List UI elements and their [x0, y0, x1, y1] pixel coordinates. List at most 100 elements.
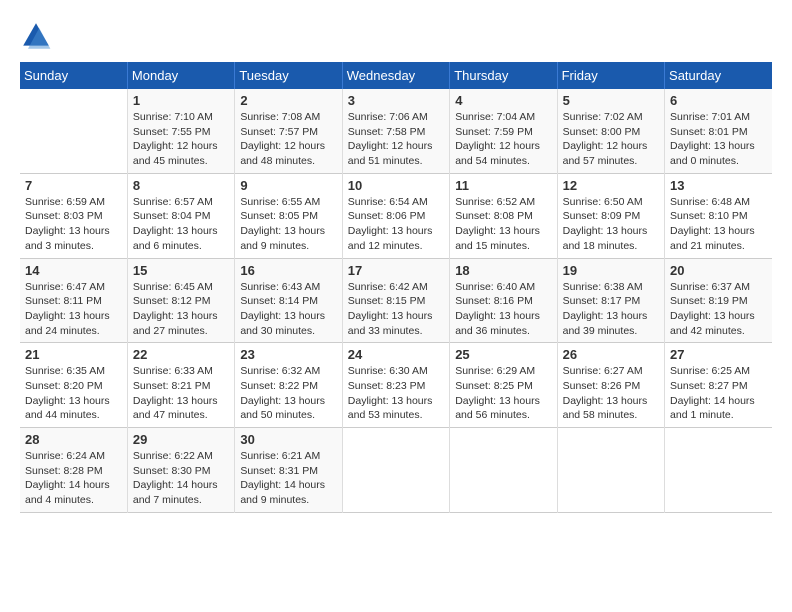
- page-header: [20, 20, 772, 52]
- day-number: 26: [563, 347, 659, 362]
- calendar-cell: 18Sunrise: 6:40 AM Sunset: 8:16 PM Dayli…: [450, 258, 557, 343]
- day-info: Sunrise: 7:08 AM Sunset: 7:57 PM Dayligh…: [240, 110, 336, 169]
- calendar-cell: 11 Sunrise: 6:52 AM Sunset: 8:08 PM Dayli…: [450, 173, 557, 258]
- day-info: Sunrise: 6:42 AM Sunset: 8:15 PM Dayligh…: [348, 280, 444, 339]
- calendar-cell: 2 Sunrise: 7:08 AM Sunset: 7:57 PM Daylig…: [235, 89, 342, 173]
- day-number: 8: [133, 178, 229, 193]
- day-number: 28: [25, 432, 122, 447]
- calendar-cell: 8 Sunrise: 6:57 AM Sunset: 8:04 PM Daylig…: [127, 173, 234, 258]
- day-info: Sunrise: 6:38 AM Sunset: 8:17 PM Dayligh…: [563, 280, 659, 339]
- calendar-cell: 27 Sunrise: 6:25 AM Sunset: 8:27 PM Dayli…: [665, 343, 772, 428]
- day-number: 16: [240, 263, 336, 278]
- calendar-cell: 22 Sunrise: 6:33 AM Sunset: 8:21 PM Dayli…: [127, 343, 234, 428]
- day-number: 4: [455, 93, 551, 108]
- day-number: 12: [563, 178, 659, 193]
- day-number: 19: [563, 263, 659, 278]
- calendar-cell: 19 Sunrise: 6:38 AM Sunset: 8:17 PM Dayli…: [557, 258, 664, 343]
- calendar-cell: 17 Sunrise: 6:42 AM Sunset: 8:15 PM Dayli…: [342, 258, 449, 343]
- calendar-cell: [342, 428, 449, 513]
- day-info: Sunrise: 6:24 AM Sunset: 8:28 PM Dayligh…: [25, 449, 122, 508]
- day-info: Sunrise: 6:48 AM Sunset: 8:10 PM Dayligh…: [670, 195, 767, 254]
- day-info: Sunrise: 6:57 AM Sunset: 8:04 PM Dayligh…: [133, 195, 229, 254]
- day-info: Sunrise: 6:30 AM Sunset: 8:23 PM Dayligh…: [348, 364, 444, 423]
- day-number: 2: [240, 93, 336, 108]
- calendar-cell: 15Sunrise: 6:45 AM Sunset: 8:12 PM Dayli…: [127, 258, 234, 343]
- calendar-week-row: 7 Sunrise: 6:59 AM Sunset: 8:03 PM Daylig…: [20, 173, 772, 258]
- calendar-cell: 20Sunrise: 6:37 AM Sunset: 8:19 PM Dayli…: [665, 258, 772, 343]
- day-info: Sunrise: 6:32 AM Sunset: 8:22 PM Dayligh…: [240, 364, 336, 423]
- header-day-tuesday: Tuesday: [235, 62, 342, 89]
- day-number: 1: [133, 93, 229, 108]
- calendar-table: SundayMondayTuesdayWednesdayThursdayFrid…: [20, 62, 772, 513]
- day-info: Sunrise: 7:10 AM Sunset: 7:55 PM Dayligh…: [133, 110, 229, 169]
- calendar-cell: 12 Sunrise: 6:50 AM Sunset: 8:09 PM Dayli…: [557, 173, 664, 258]
- day-number: 11: [455, 178, 551, 193]
- day-number: 7: [25, 178, 122, 193]
- day-info: Sunrise: 6:40 AM Sunset: 8:16 PM Dayligh…: [455, 280, 551, 339]
- day-number: 15: [133, 263, 229, 278]
- calendar-header-row: SundayMondayTuesdayWednesdayThursdayFrid…: [20, 62, 772, 89]
- day-number: 5: [563, 93, 659, 108]
- header-day-friday: Friday: [557, 62, 664, 89]
- calendar-cell: 6Sunrise: 7:01 AM Sunset: 8:01 PM Daylig…: [665, 89, 772, 173]
- logo-icon: [20, 20, 52, 52]
- day-number: 3: [348, 93, 444, 108]
- day-number: 9: [240, 178, 336, 193]
- calendar-cell: 5 Sunrise: 7:02 AM Sunset: 8:00 PM Daylig…: [557, 89, 664, 173]
- day-number: 24: [348, 347, 444, 362]
- calendar-cell: [557, 428, 664, 513]
- calendar-cell: 7 Sunrise: 6:59 AM Sunset: 8:03 PM Daylig…: [20, 173, 127, 258]
- day-info: Sunrise: 6:27 AM Sunset: 8:26 PM Dayligh…: [563, 364, 659, 423]
- day-number: 14: [25, 263, 122, 278]
- day-info: Sunrise: 6:55 AM Sunset: 8:05 PM Dayligh…: [240, 195, 336, 254]
- calendar-cell: 21Sunrise: 6:35 AM Sunset: 8:20 PM Dayli…: [20, 343, 127, 428]
- day-number: 27: [670, 347, 767, 362]
- calendar-cell: 13 Sunrise: 6:48 AM Sunset: 8:10 PM Dayli…: [665, 173, 772, 258]
- calendar-cell: [20, 89, 127, 173]
- day-number: 13: [670, 178, 767, 193]
- day-info: Sunrise: 7:06 AM Sunset: 7:58 PM Dayligh…: [348, 110, 444, 169]
- calendar-cell: 26 Sunrise: 6:27 AM Sunset: 8:26 PM Dayli…: [557, 343, 664, 428]
- calendar-cell: 4 Sunrise: 7:04 AM Sunset: 7:59 PM Daylig…: [450, 89, 557, 173]
- day-info: Sunrise: 6:35 AM Sunset: 8:20 PM Dayligh…: [25, 364, 122, 423]
- header-day-sunday: Sunday: [20, 62, 127, 89]
- calendar-cell: 28 Sunrise: 6:24 AM Sunset: 8:28 PM Dayli…: [20, 428, 127, 513]
- header-day-saturday: Saturday: [665, 62, 772, 89]
- day-number: 29: [133, 432, 229, 447]
- header-day-monday: Monday: [127, 62, 234, 89]
- calendar-cell: 29Sunrise: 6:22 AM Sunset: 8:30 PM Dayli…: [127, 428, 234, 513]
- day-info: Sunrise: 6:59 AM Sunset: 8:03 PM Dayligh…: [25, 195, 122, 254]
- calendar-cell: 10Sunrise: 6:54 AM Sunset: 8:06 PM Dayli…: [342, 173, 449, 258]
- day-number: 22: [133, 347, 229, 362]
- day-info: Sunrise: 7:02 AM Sunset: 8:00 PM Dayligh…: [563, 110, 659, 169]
- header-day-wednesday: Wednesday: [342, 62, 449, 89]
- day-number: 17: [348, 263, 444, 278]
- calendar-cell: 14 Sunrise: 6:47 AM Sunset: 8:11 PM Dayli…: [20, 258, 127, 343]
- calendar-cell: 24 Sunrise: 6:30 AM Sunset: 8:23 PM Dayli…: [342, 343, 449, 428]
- day-number: 25: [455, 347, 551, 362]
- calendar-cell: 1 Sunrise: 7:10 AM Sunset: 7:55 PM Daylig…: [127, 89, 234, 173]
- calendar-cell: 16 Sunrise: 6:43 AM Sunset: 8:14 PM Dayli…: [235, 258, 342, 343]
- calendar-cell: 9 Sunrise: 6:55 AM Sunset: 8:05 PM Daylig…: [235, 173, 342, 258]
- logo: [20, 20, 56, 52]
- calendar-cell: [450, 428, 557, 513]
- day-info: Sunrise: 6:47 AM Sunset: 8:11 PM Dayligh…: [25, 280, 122, 339]
- day-info: Sunrise: 6:52 AM Sunset: 8:08 PM Dayligh…: [455, 195, 551, 254]
- calendar-cell: 25Sunrise: 6:29 AM Sunset: 8:25 PM Dayli…: [450, 343, 557, 428]
- day-info: Sunrise: 7:04 AM Sunset: 7:59 PM Dayligh…: [455, 110, 551, 169]
- day-info: Sunrise: 6:37 AM Sunset: 8:19 PM Dayligh…: [670, 280, 767, 339]
- calendar-cell: [665, 428, 772, 513]
- calendar-cell: 30 Sunrise: 6:21 AM Sunset: 8:31 PM Dayli…: [235, 428, 342, 513]
- day-info: Sunrise: 6:25 AM Sunset: 8:27 PM Dayligh…: [670, 364, 767, 423]
- header-day-thursday: Thursday: [450, 62, 557, 89]
- calendar-week-row: 28 Sunrise: 6:24 AM Sunset: 8:28 PM Dayli…: [20, 428, 772, 513]
- day-info: Sunrise: 6:43 AM Sunset: 8:14 PM Dayligh…: [240, 280, 336, 339]
- day-info: Sunrise: 6:33 AM Sunset: 8:21 PM Dayligh…: [133, 364, 229, 423]
- day-number: 6: [670, 93, 767, 108]
- day-info: Sunrise: 6:21 AM Sunset: 8:31 PM Dayligh…: [240, 449, 336, 508]
- day-info: Sunrise: 6:50 AM Sunset: 8:09 PM Dayligh…: [563, 195, 659, 254]
- day-number: 23: [240, 347, 336, 362]
- calendar-cell: 23 Sunrise: 6:32 AM Sunset: 8:22 PM Dayli…: [235, 343, 342, 428]
- day-number: 30: [240, 432, 336, 447]
- day-info: Sunrise: 6:54 AM Sunset: 8:06 PM Dayligh…: [348, 195, 444, 254]
